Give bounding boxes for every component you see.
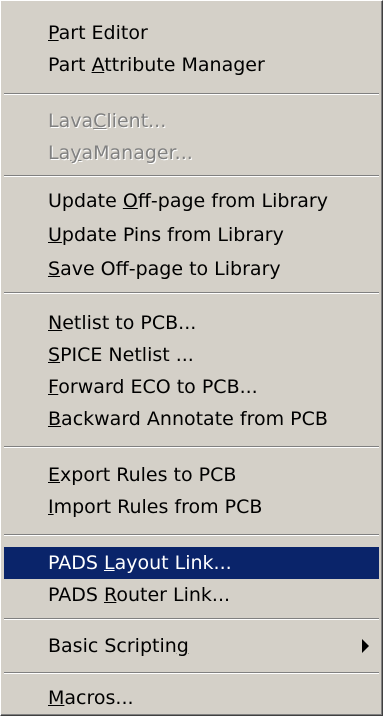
menu-item-backward-annotate-from-pcb[interactable]: Backward Annotate from PCB <box>4 403 379 435</box>
menu-separator <box>4 618 379 620</box>
menu-item-import-rules-from-pcb[interactable]: Import Rules from PCB <box>4 491 379 523</box>
menu-separator <box>4 446 379 448</box>
menu-item-spice-netlist[interactable]: SPICE Netlist ... <box>4 339 379 371</box>
menu-item-update-pins-from-library[interactable]: Update Pins from Library <box>4 219 379 251</box>
menu-item-part-attribute-manager[interactable]: Part Attribute Manager <box>4 49 379 81</box>
menu-item-layamanager: LayaManager... <box>48 142 193 164</box>
menu-separator <box>4 93 379 95</box>
menu-item-lavaclient: LavaClient... <box>48 110 167 132</box>
menu-item-forward-eco-to-pcb[interactable]: Forward ECO to PCB... <box>4 371 379 403</box>
menu-item-basic-scripting[interactable]: Basic Scripting <box>4 630 379 662</box>
menu-separator <box>4 672 379 674</box>
menu-item-update-offpage-from-library[interactable]: Update Off-page from Library <box>4 185 379 217</box>
menu-item-netlist-to-pcb[interactable]: Netlist to PCB... <box>4 307 379 339</box>
menu-separator <box>4 292 379 294</box>
submenu-arrow-icon <box>362 639 369 653</box>
menu-item-export-rules-to-pcb[interactable]: Export Rules to PCB <box>4 459 379 491</box>
menu-item-macros[interactable]: Macros... <box>4 682 379 714</box>
menu-item-pads-layout-link[interactable]: PADS Layout Link... <box>4 547 379 579</box>
context-menu: Part Editor Part Attribute Manager LavaC… <box>0 0 383 716</box>
menu-separator <box>4 175 379 177</box>
menu-item-save-offpage-to-library[interactable]: Save Off-page to Library <box>4 253 379 285</box>
menu-item-pads-router-link[interactable]: PADS Router Link... <box>4 579 379 611</box>
menu-item-part-editor[interactable]: Part Editor <box>4 17 379 49</box>
menu-separator <box>4 534 379 536</box>
